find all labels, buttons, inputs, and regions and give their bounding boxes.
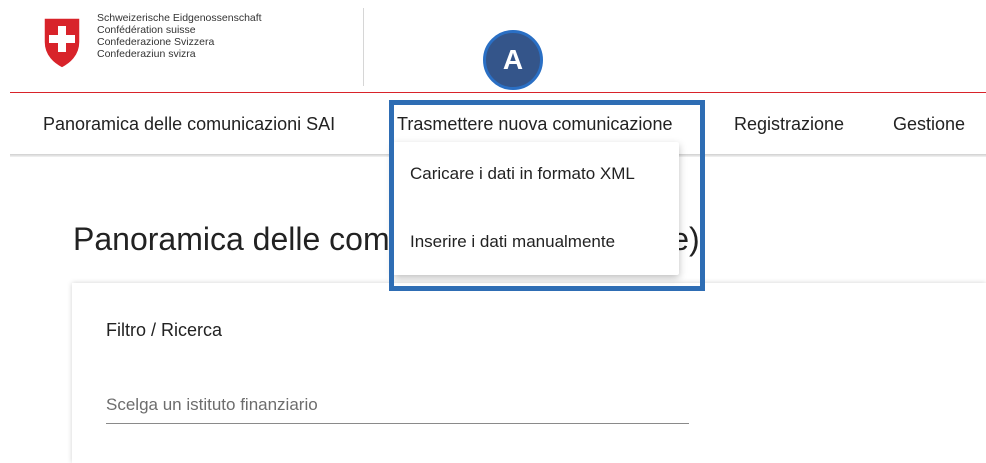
filter-card: Filtro / Ricerca Scelga un istituto fina…: [72, 283, 986, 463]
annotation-badge: A: [483, 30, 543, 90]
swiss-coat-of-arms-icon: [43, 17, 81, 69]
government-name: Schweizerische Eidgenossenschaft Confédé…: [97, 12, 262, 60]
gov-line-it: Confederazione Svizzera: [97, 36, 215, 48]
select-placeholder: Scelga un istituto finanziario: [106, 395, 318, 414]
financial-institution-select[interactable]: Scelga un istituto finanziario: [106, 391, 689, 424]
gov-line-rm: Confederaziun svizra: [97, 48, 196, 60]
page-title-left: Panoramica delle com: [73, 221, 390, 257]
nav-item-registration[interactable]: Registrazione: [734, 114, 844, 135]
filter-title: Filtro / Ricerca: [106, 320, 223, 340]
nav-item-management[interactable]: Gestione: [893, 114, 965, 135]
government-logo[interactable]: Schweizerische Eidgenossenschaft Confédé…: [28, 8, 364, 86]
gov-line-de: Schweizerische Eidgenossenschaft: [97, 12, 262, 24]
gov-line-fr: Confédération suisse: [97, 24, 196, 36]
nav-item-overview[interactable]: Panoramica delle comunicazioni SAI: [43, 114, 335, 135]
annotation-highlight-box: [389, 100, 705, 291]
